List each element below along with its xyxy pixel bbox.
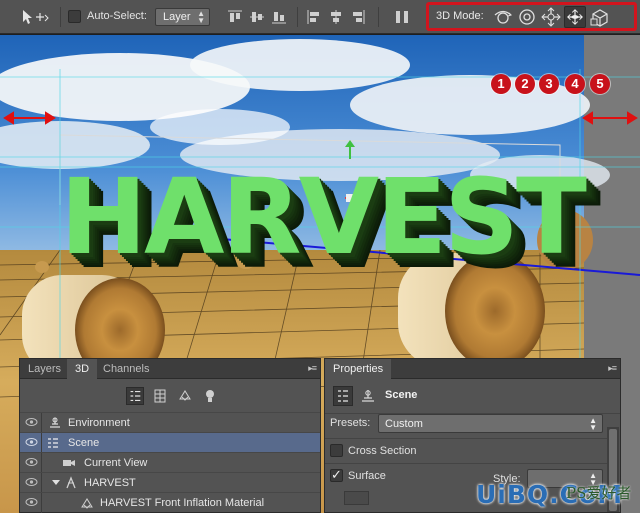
material-icon xyxy=(81,498,93,509)
visibility-eye-icon[interactable] xyxy=(25,417,38,427)
scene-filter-icon[interactable] xyxy=(126,387,144,405)
callout-badge-3: 3 xyxy=(539,74,559,94)
camera-icon xyxy=(63,460,75,466)
scene-icon xyxy=(48,438,58,448)
expand-caret-icon[interactable] xyxy=(52,480,60,485)
3d-mode-label: 3D Mode: xyxy=(436,10,484,22)
visibility-eye-icon[interactable] xyxy=(25,437,38,447)
presets-label: Presets: xyxy=(330,417,371,429)
drag-3d-icon[interactable] xyxy=(540,6,562,28)
tab-channels[interactable]: Channels xyxy=(95,359,157,379)
select-stepper-icon: ▲ ▼ xyxy=(197,9,205,25)
watermark-chinese-text: PS爱好者 xyxy=(566,484,632,502)
visibility-eye-icon[interactable] xyxy=(25,457,38,467)
properties-header: Scene xyxy=(325,380,620,414)
slide-3d-icon[interactable] xyxy=(564,6,586,28)
distribute-icon[interactable] xyxy=(394,9,410,25)
align-vertical-centers-icon[interactable] xyxy=(249,9,265,25)
cross-section-label: Cross Section xyxy=(348,445,417,457)
toolbar-separator xyxy=(60,7,61,27)
options-bar: Auto-Select: Layer ▲ ▼ 3D Mode: xyxy=(0,0,640,34)
rotate-3d-icon[interactable] xyxy=(492,6,514,28)
align-left-edges-icon[interactable] xyxy=(306,9,322,25)
tab-layers[interactable]: Layers xyxy=(20,359,69,379)
tree-row-environment[interactable]: Environment xyxy=(20,412,320,433)
presets-value: Custom xyxy=(385,418,423,430)
tab-properties[interactable]: Properties xyxy=(325,359,392,380)
properties-title: Scene xyxy=(385,389,418,401)
section-divider xyxy=(325,438,608,439)
tree-gutter xyxy=(41,433,42,453)
mesh-icon xyxy=(66,476,76,489)
tree-row-label: Environment xyxy=(68,417,130,429)
tree-row-label: Scene xyxy=(68,437,100,449)
tree-gutter xyxy=(41,413,42,433)
visibility-eye-icon[interactable] xyxy=(25,477,38,487)
toolbar-separator xyxy=(297,7,298,27)
callout-badge-2: 2 xyxy=(515,74,535,94)
align-top-edges-icon[interactable] xyxy=(227,9,243,25)
roll-3d-icon[interactable] xyxy=(516,6,538,28)
surface-texture-swatch[interactable] xyxy=(344,491,369,505)
environment-icon xyxy=(50,417,60,428)
tree-gutter xyxy=(41,453,42,473)
3d-panel: Layers 3D Channels ▸≡ Environment Scene … xyxy=(19,358,321,513)
surface-label: Surface xyxy=(348,470,386,482)
layer-select-value: Layer xyxy=(163,11,191,23)
3d-panel-tabbar: Layers 3D Channels ▸≡ xyxy=(20,359,320,380)
properties-tabbar: Properties ▸≡ xyxy=(325,359,620,380)
material-filter-icon[interactable] xyxy=(176,387,194,405)
section-divider xyxy=(325,463,608,464)
tree-gutter xyxy=(41,493,42,513)
cross-section-checkbox[interactable] xyxy=(330,444,343,457)
callout-badge-4: 4 xyxy=(565,74,585,94)
tab-3d[interactable]: 3D xyxy=(67,359,98,380)
tree-gutter xyxy=(41,473,42,493)
environment-properties-icon[interactable] xyxy=(360,388,376,404)
tree-row-label: Current View xyxy=(84,457,148,469)
presets-select[interactable]: Custom ▲ ▼ xyxy=(378,414,603,433)
mesh-filter-icon[interactable] xyxy=(151,387,169,405)
align-horizontal-centers-icon[interactable] xyxy=(328,9,344,25)
light-filter-icon[interactable] xyxy=(201,387,219,405)
auto-select-checkbox[interactable] xyxy=(68,10,81,23)
callout-badge-5: 5 xyxy=(590,74,610,94)
scene-properties-icon[interactable] xyxy=(333,386,353,406)
scale-3d-icon[interactable] xyxy=(589,6,611,28)
align-right-edges-icon[interactable] xyxy=(350,9,366,25)
tree-row-harvest-front-inflation-material[interactable]: HARVEST Front Inflation Material xyxy=(20,492,320,513)
callout-badge-1: 1 xyxy=(491,74,511,94)
auto-select-target-select[interactable]: Layer ▲ ▼ xyxy=(155,8,210,26)
select-stepper-icon: ▲ ▼ xyxy=(589,416,597,432)
harvest-3d-text[interactable]: HARVEST xyxy=(60,165,587,269)
watermark-logo: UiBQ.CoM PS爱好者 xyxy=(476,478,636,512)
tree-row-scene[interactable]: Scene xyxy=(20,432,320,453)
tree-row-harvest[interactable]: HARVEST xyxy=(20,472,320,493)
panel-menu-icon[interactable]: ▸≡ xyxy=(308,363,317,374)
visibility-eye-icon[interactable] xyxy=(25,497,38,507)
auto-select-label: Auto-Select: xyxy=(87,10,147,22)
toolbar-separator xyxy=(378,7,379,27)
tree-row-current-view[interactable]: Current View xyxy=(20,452,320,473)
tree-row-label: HARVEST Front Inflation Material xyxy=(100,497,265,509)
surface-checkbox[interactable] xyxy=(330,467,343,483)
align-bottom-edges-icon[interactable] xyxy=(271,9,287,25)
panel-menu-icon[interactable]: ▸≡ xyxy=(608,363,617,374)
move-tool-icon[interactable] xyxy=(20,8,50,26)
tree-row-label: HARVEST xyxy=(84,477,136,489)
